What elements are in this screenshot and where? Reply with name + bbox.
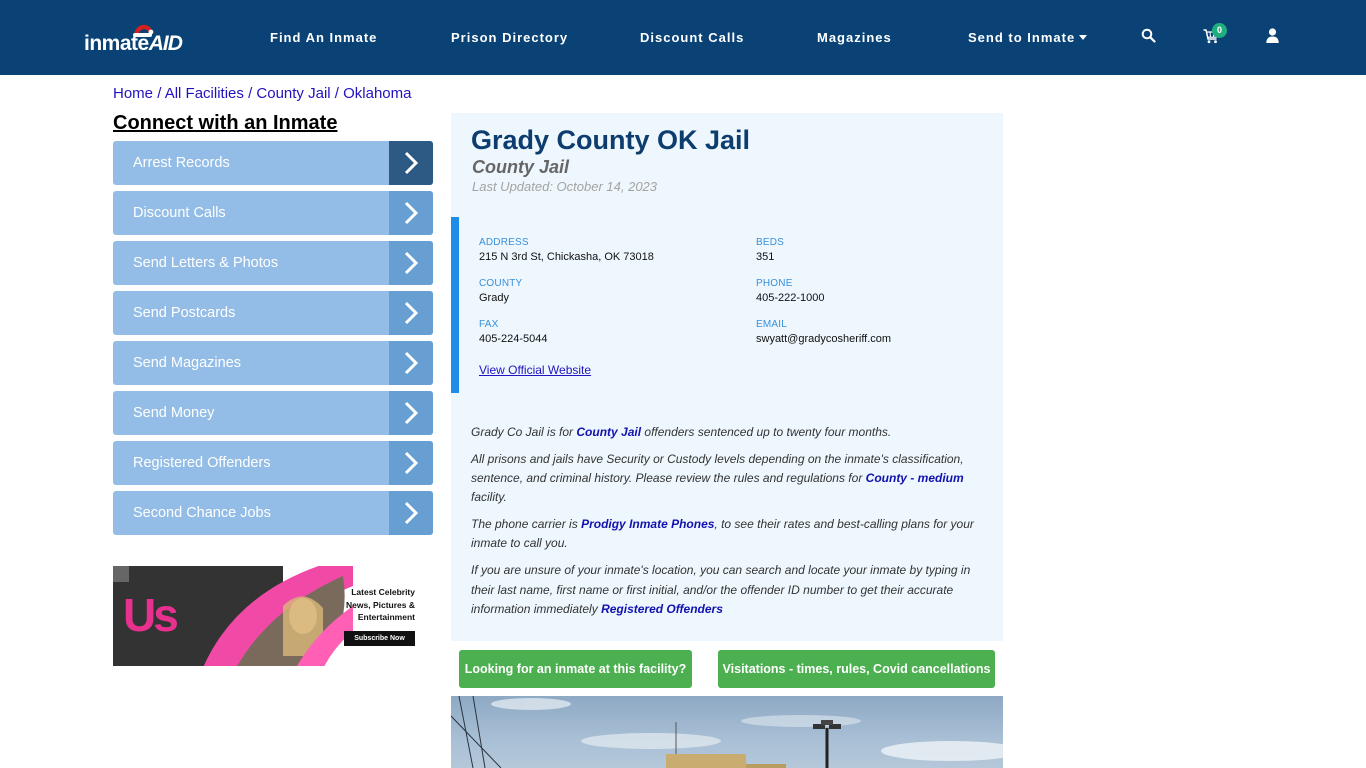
inmateaid-logo[interactable]: inmateAID [84, 22, 184, 58]
facility-type: County Jail [472, 157, 570, 177]
sidebar-item-label: Send Letters & Photos [133, 255, 279, 271]
last-updated: Last Updated: October 14, 2023 [472, 179, 658, 194]
arrow-box [389, 291, 433, 335]
arrow-box [389, 241, 433, 285]
description-paragraph: Grady Co Jail is for County Jail offende… [471, 425, 892, 439]
ad-subscribe-button[interactable]: Subscribe Now [344, 631, 415, 646]
sidebar-item-registered-offenders[interactable]: Registered Offenders [113, 441, 433, 485]
nav-send-to-inmate[interactable]: Send to Inmate [968, 30, 1088, 45]
logo-text: inmateAID [84, 32, 183, 55]
facility-photo-scene [451, 696, 1003, 768]
nav-find-an-inmate[interactable]: Find An Inmate [270, 30, 377, 45]
sidebar-item-send-money[interactable]: Send Money [113, 391, 433, 435]
chevron-right-icon [404, 151, 419, 175]
ad-copy: Latest Celebrity News, Pictures & Entert… [325, 586, 415, 624]
ad-line: Latest Celebrity [351, 587, 415, 597]
sidebar-item-arrest-records[interactable]: Arrest Records [113, 141, 433, 185]
arrow-box [389, 491, 433, 535]
chevron-right-icon [404, 501, 419, 525]
prodigy-inmate-phones-link[interactable]: Prodigy Inmate Phones [581, 517, 714, 531]
sidebar-item-second-chance-jobs[interactable]: Second Chance Jobs [113, 491, 433, 535]
address-label: ADDRESS [479, 237, 529, 248]
sidebar-item-label: Send Magazines [133, 355, 242, 371]
sidebar-item-label: Discount Calls [133, 205, 226, 221]
breadcrumb-all-facilities[interactable]: All Facilities [165, 85, 244, 102]
facility-info-box: ADDRESS 215 N 3rd St, Chickasha, OK 7301… [451, 217, 1003, 393]
breadcrumb-separator: / [334, 85, 339, 102]
sidebar-menu: Arrest Records Discount Calls Send Lette… [113, 141, 433, 541]
chevron-right-icon [404, 251, 419, 275]
email-label: EMAIL [756, 319, 788, 330]
email-value[interactable]: swyatt@gradycosheriff.com [756, 333, 891, 345]
cart-count-badge: 0 [1212, 23, 1227, 38]
chevron-right-icon [404, 351, 419, 375]
facility-description: Grady Co Jail is for County Jail offende… [471, 423, 991, 627]
facility-photo [451, 696, 1003, 768]
arrow-box [389, 191, 433, 235]
chevron-right-icon [404, 201, 419, 225]
arrow-box [389, 341, 433, 385]
sidebar-item-label: Registered Offenders [133, 455, 271, 471]
us-weekly-ad-banner[interactable]: Us Latest Celebrity News, Pictures & Ent… [113, 566, 421, 666]
ad-line: Entertainment [357, 612, 415, 622]
breadcrumb-county-jail[interactable]: County Jail [256, 85, 330, 102]
ad-corner-square [113, 566, 129, 582]
breadcrumb-separator: / [157, 85, 162, 102]
search-icon[interactable] [1141, 28, 1156, 43]
facility-title: Grady County OK Jail [471, 125, 751, 155]
find-inmate-at-facility-button[interactable]: Looking for an inmate at this facility? [459, 650, 692, 688]
description-paragraph: All prisons and jails have Security or C… [471, 451, 964, 505]
arrow-box [389, 391, 433, 435]
chevron-right-icon [404, 451, 419, 475]
sidebar-item-label: Send Money [133, 405, 215, 421]
phone-value: 405-222-1000 [756, 292, 825, 304]
fax-value: 405-224-5044 [479, 333, 548, 345]
view-official-website-link[interactable]: View Official Website [479, 363, 591, 377]
registered-offenders-link[interactable]: Registered Offenders [601, 602, 723, 616]
ad-brand-logo: Us [123, 589, 179, 641]
nav-magazines[interactable]: Magazines [817, 30, 892, 45]
nav-discount-calls[interactable]: Discount Calls [640, 30, 744, 45]
sidebar-item-label: Arrest Records [133, 155, 230, 171]
nav-send-to-inmate-label: Send to Inmate [968, 30, 1076, 45]
breadcrumb: Home / All Facilities / County Jail / Ok… [113, 85, 412, 102]
breadcrumb-oklahoma[interactable]: Oklahoma [343, 85, 411, 102]
sidebar-item-discount-calls[interactable]: Discount Calls [113, 191, 433, 235]
chevron-right-icon [404, 301, 419, 325]
chevron-right-icon [404, 401, 419, 425]
arrow-box [389, 441, 433, 485]
description-paragraph: If you are unsure of your inmate's locat… [471, 563, 971, 616]
county-jail-link[interactable]: County Jail [576, 425, 641, 439]
sidebar-item-send-letters-photos[interactable]: Send Letters & Photos [113, 241, 433, 285]
caret-down-icon [1079, 35, 1088, 40]
nav-prison-directory[interactable]: Prison Directory [451, 30, 568, 45]
info-accent-bar [451, 217, 459, 393]
sidebar-item-send-postcards[interactable]: Send Postcards [113, 291, 433, 335]
county-medium-link[interactable]: County - medium [866, 471, 964, 485]
county-label: COUNTY [479, 278, 523, 289]
breadcrumb-separator: / [248, 85, 253, 102]
county-value: Grady [479, 292, 509, 304]
top-navbar: inmateAID Find An Inmate Prison Director… [0, 0, 1366, 75]
arrow-box [389, 141, 433, 185]
beds-value: 351 [756, 251, 775, 263]
beds-label: BEDS [756, 237, 785, 248]
sidebar-item-label: Send Postcards [133, 305, 236, 321]
address-value: 215 N 3rd St, Chickasha, OK 73018 [479, 251, 654, 263]
visitation-info-button[interactable]: Visitations - times, rules, Covid cancel… [718, 650, 995, 688]
breadcrumb-home[interactable]: Home [113, 85, 153, 102]
phone-label: PHONE [756, 278, 793, 289]
user-icon[interactable] [1266, 28, 1279, 43]
ad-line: News, Pictures & [346, 599, 415, 610]
sidebar-item-send-magazines[interactable]: Send Magazines [113, 341, 433, 385]
sidebar-title: Connect with an Inmate [113, 112, 338, 134]
sidebar-item-label: Second Chance Jobs [133, 505, 271, 521]
fax-label: FAX [479, 319, 499, 330]
description-paragraph: The phone carrier is Prodigy Inmate Phon… [471, 517, 974, 551]
